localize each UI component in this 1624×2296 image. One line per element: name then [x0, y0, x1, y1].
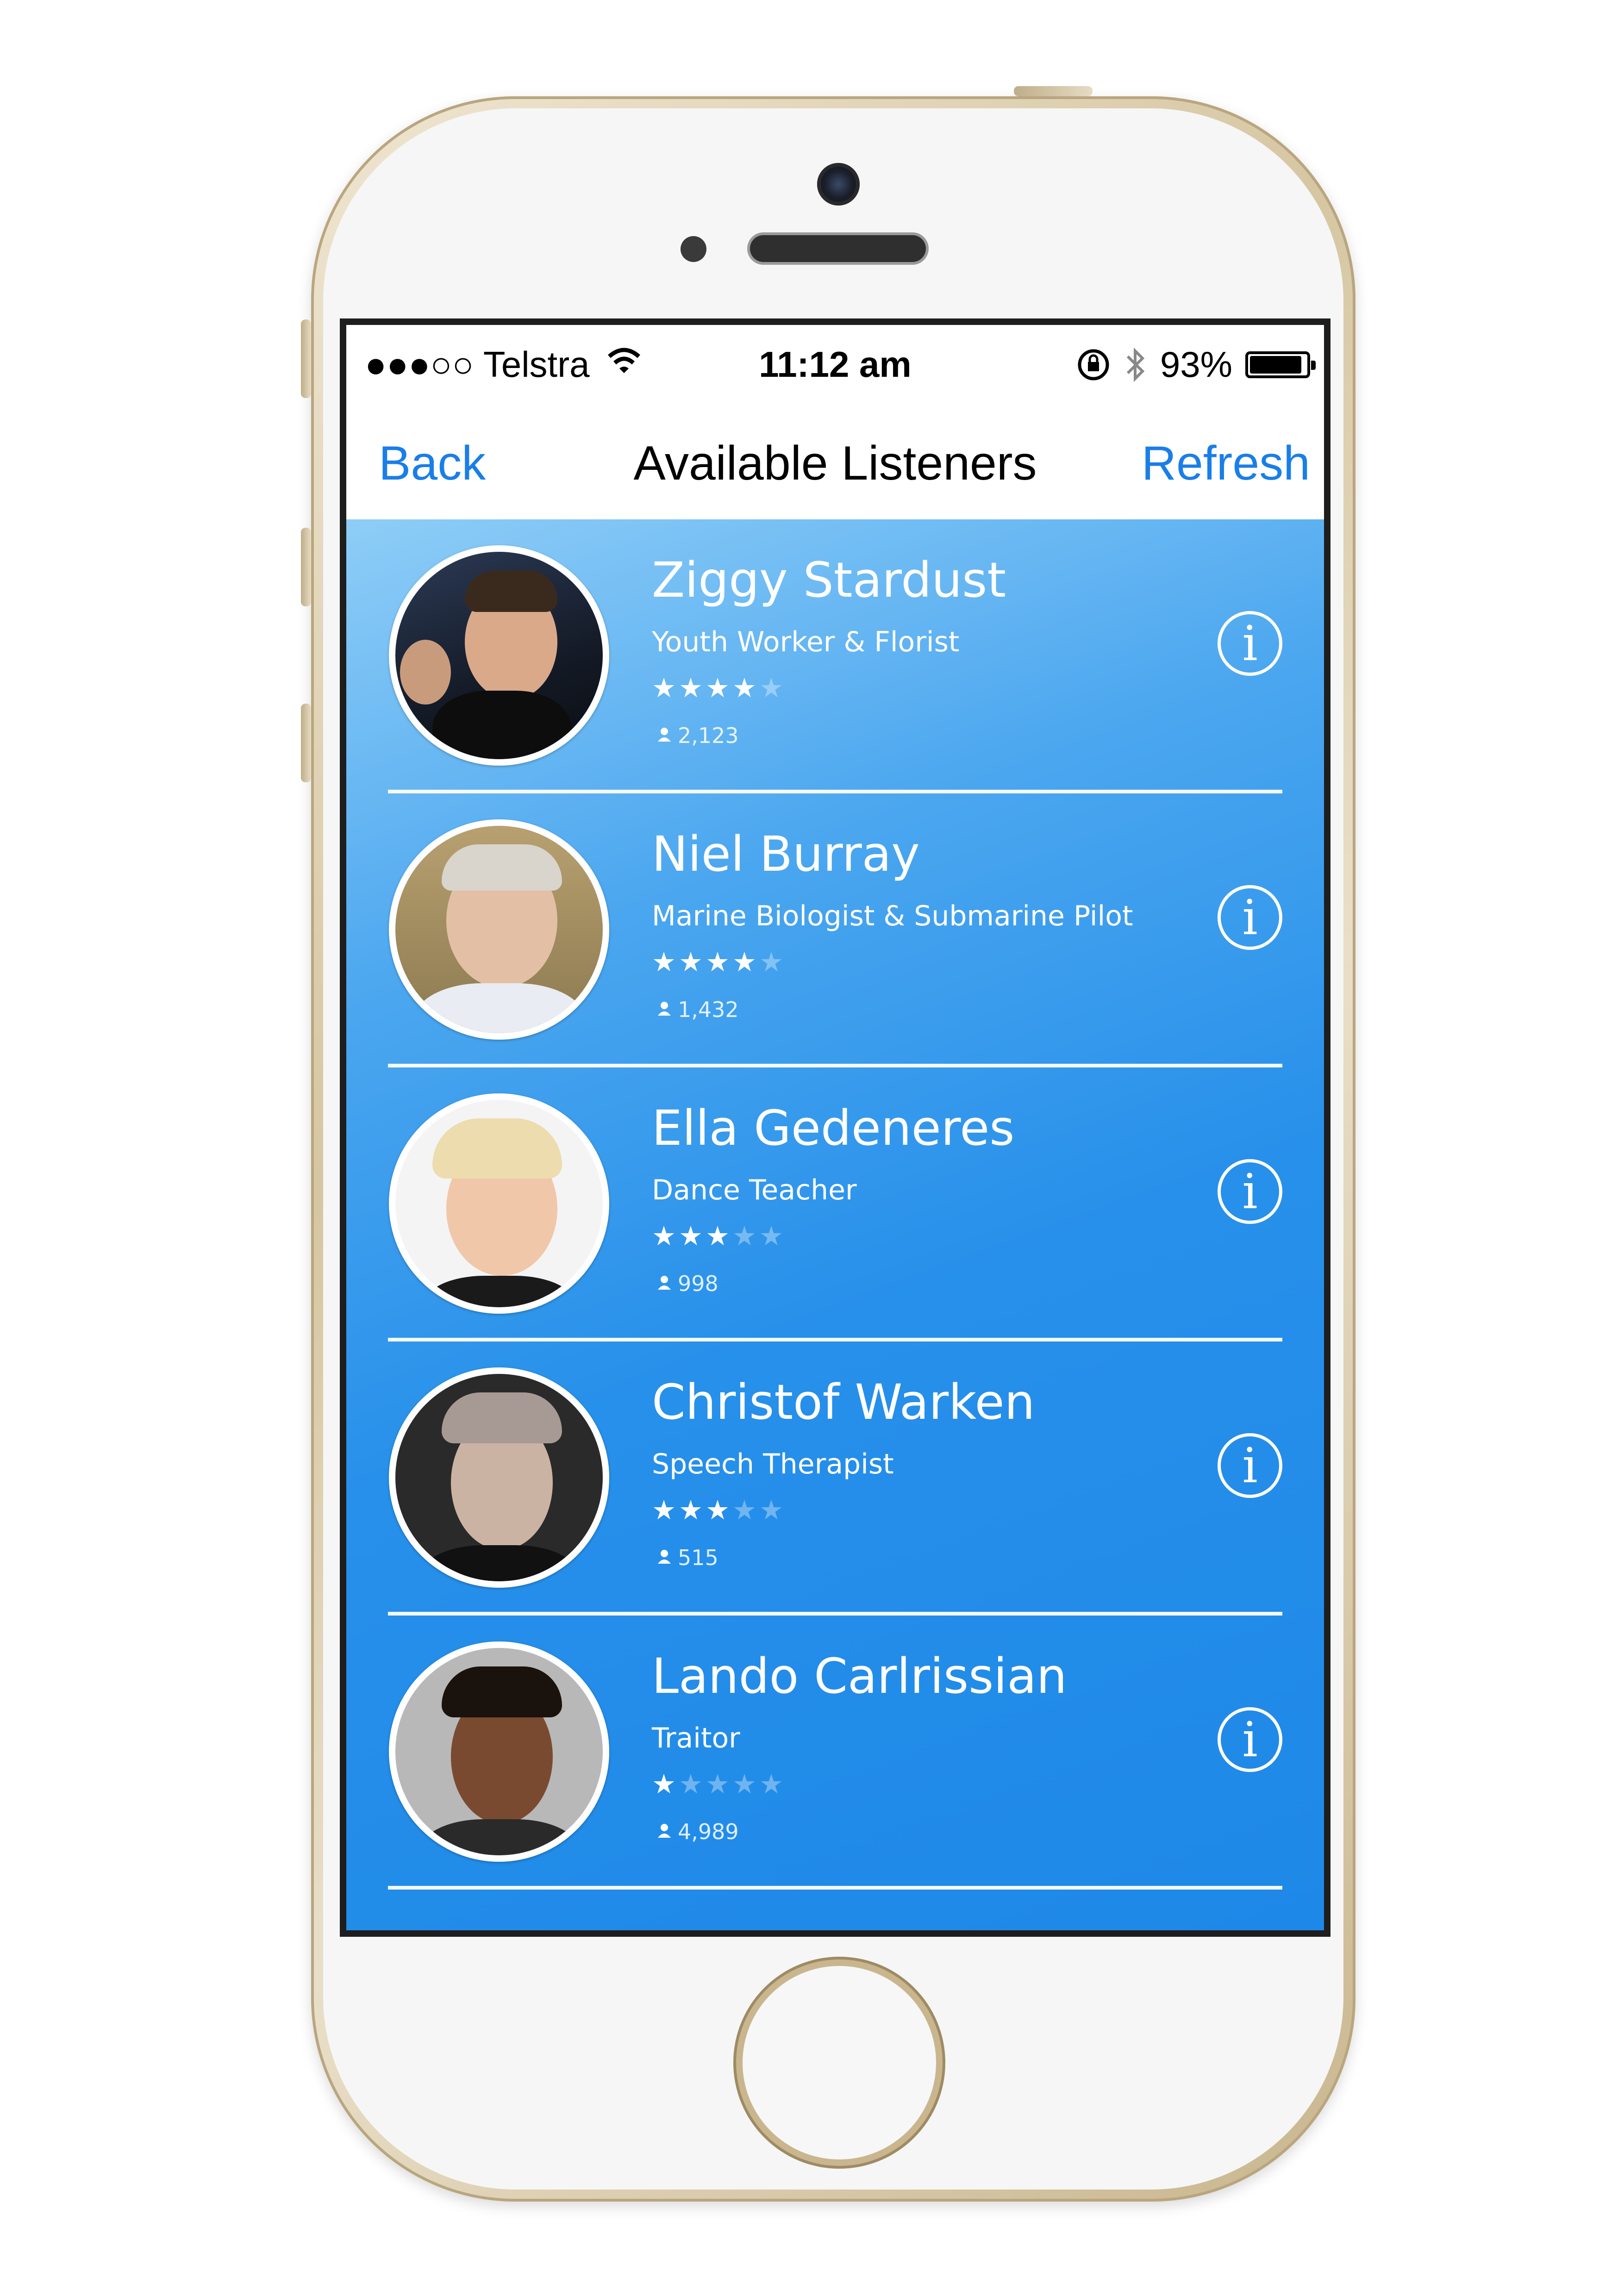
info-button[interactable]: i	[1218, 1159, 1282, 1224]
star-rating: ★★★★★	[652, 1494, 786, 1526]
star-empty-icon: ★	[732, 1494, 759, 1526]
star-empty-icon: ★	[759, 1768, 786, 1800]
status-right: 93%	[1076, 343, 1316, 386]
listener-job: Dance Teacher	[652, 1174, 857, 1206]
listener-list: Ziggy Stardust Youth Worker & Florist ★★…	[346, 519, 1324, 1930]
home-button[interactable]	[743, 1966, 936, 2159]
bluetooth-icon	[1126, 347, 1145, 382]
list-item[interactable]: Ella Gedeneres Dance Teacher ★★★★★ 998 i	[346, 1067, 1324, 1341]
status-bar: ●●●○○ Telstra 11:12 am 93%	[346, 325, 1324, 394]
listener-job: Youth Worker & Florist	[652, 626, 960, 658]
listener-count: 4,989	[658, 1819, 739, 1844]
listener-count-value: 1,432	[678, 997, 739, 1022]
star-filled-icon: ★	[706, 1494, 732, 1526]
avatar	[389, 1367, 609, 1588]
row-divider	[388, 790, 1282, 793]
info-circle-icon: i	[1242, 889, 1258, 946]
avatar	[389, 1093, 609, 1314]
list-item[interactable]: Niel Burray Marine Biologist & Submarine…	[346, 793, 1324, 1067]
star-filled-icon: ★	[732, 946, 759, 978]
listener-count: 1,432	[658, 997, 739, 1022]
star-empty-icon: ★	[759, 1494, 786, 1526]
list-item[interactable]: Ziggy Stardust Youth Worker & Florist ★★…	[346, 519, 1324, 793]
user-icon	[658, 1276, 671, 1290]
row-divider	[388, 1064, 1282, 1067]
star-filled-icon: ★	[679, 672, 706, 704]
listener-count: 998	[658, 1271, 718, 1296]
star-filled-icon: ★	[652, 672, 679, 704]
power-button	[1014, 86, 1093, 96]
listener-job: Marine Biologist & Submarine Pilot	[652, 900, 1133, 932]
star-empty-icon: ★	[732, 1220, 759, 1252]
user-icon	[658, 1824, 671, 1838]
battery-fill	[1250, 356, 1302, 374]
avatar	[389, 545, 609, 766]
listener-count: 515	[658, 1545, 718, 1570]
volume-down-button	[301, 704, 311, 782]
row-divider	[388, 1338, 1282, 1341]
info-circle-icon: i	[1242, 615, 1258, 672]
star-empty-icon: ★	[759, 946, 786, 978]
star-rating: ★★★★★	[652, 1220, 786, 1252]
info-button[interactable]: i	[1218, 1707, 1282, 1772]
listener-count-value: 515	[678, 1545, 718, 1570]
star-empty-icon: ★	[759, 672, 786, 704]
star-filled-icon: ★	[679, 946, 706, 978]
listener-name: Niel Burray	[652, 826, 920, 882]
star-filled-icon: ★	[652, 946, 679, 978]
star-empty-icon: ★	[759, 1220, 786, 1252]
listener-count: 2,123	[658, 723, 739, 748]
star-empty-icon: ★	[679, 1768, 706, 1800]
listener-name: Christof Warken	[652, 1374, 1035, 1430]
star-filled-icon: ★	[706, 946, 732, 978]
listener-name: Ziggy Stardust	[652, 552, 1006, 608]
star-empty-icon: ★	[732, 1768, 759, 1800]
star-filled-icon: ★	[679, 1220, 706, 1252]
rotation-lock-icon	[1078, 349, 1109, 380]
listener-job: Speech Therapist	[652, 1448, 894, 1480]
listener-count-value: 2,123	[678, 723, 739, 748]
avatar	[389, 819, 609, 1040]
star-filled-icon: ★	[652, 1768, 679, 1800]
star-empty-icon: ★	[706, 1768, 732, 1800]
row-divider	[388, 1886, 1282, 1890]
star-filled-icon: ★	[706, 672, 732, 704]
navigation-bar: Back Available Listeners Refresh	[346, 394, 1324, 519]
refresh-button[interactable]: Refresh	[1142, 436, 1310, 491]
listener-count-value: 4,989	[678, 1819, 739, 1844]
info-circle-icon: i	[1242, 1163, 1258, 1220]
list-item[interactable]: Christof Warken Speech Therapist ★★★★★ 5…	[346, 1341, 1324, 1616]
battery-percent: 93%	[1160, 344, 1232, 385]
star-rating: ★★★★★	[652, 946, 786, 978]
star-filled-icon: ★	[732, 672, 759, 704]
phone-screen: ●●●○○ Telstra 11:12 am 93% Back Availabl…	[340, 318, 1330, 1937]
front-camera	[817, 163, 860, 206]
proximity-sensor	[681, 236, 706, 262]
info-circle-icon: i	[1242, 1711, 1258, 1768]
info-button[interactable]: i	[1218, 885, 1282, 950]
info-circle-icon: i	[1242, 1437, 1258, 1494]
info-button[interactable]: i	[1218, 1433, 1282, 1498]
user-icon	[658, 1550, 671, 1564]
user-icon	[658, 728, 671, 742]
listener-count-value: 998	[678, 1271, 718, 1296]
star-rating: ★★★★★	[652, 672, 786, 704]
listener-name: Lando Carlrissian	[652, 1648, 1067, 1704]
info-button[interactable]: i	[1218, 611, 1282, 676]
star-filled-icon: ★	[652, 1494, 679, 1526]
row-divider	[388, 1612, 1282, 1616]
listener-job: Traitor	[652, 1722, 740, 1754]
avatar	[389, 1641, 609, 1862]
mute-switch	[301, 319, 311, 398]
battery-icon	[1245, 351, 1316, 378]
volume-up-button	[301, 528, 311, 606]
star-filled-icon: ★	[679, 1494, 706, 1526]
star-filled-icon: ★	[706, 1220, 732, 1252]
star-rating: ★★★★★	[652, 1768, 786, 1800]
earpiece-speaker	[750, 235, 926, 262]
listener-name: Ella Gedeneres	[652, 1100, 1015, 1156]
star-filled-icon: ★	[652, 1220, 679, 1252]
list-item[interactable]: Lando Carlrissian Traitor ★★★★★ 4,989 i	[346, 1616, 1324, 1890]
user-icon	[658, 1002, 671, 1016]
